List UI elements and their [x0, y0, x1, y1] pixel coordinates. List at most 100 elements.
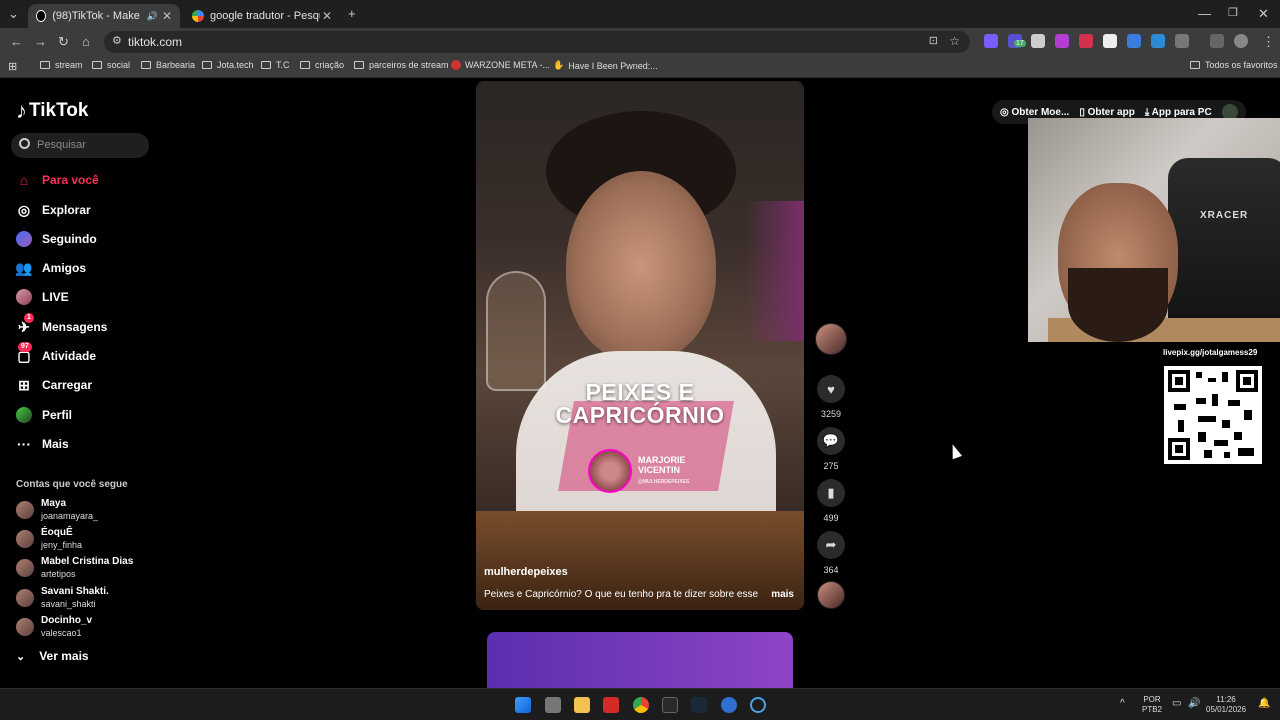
pen-extension-icon[interactable] — [1031, 34, 1045, 48]
extension-icon[interactable] — [1079, 34, 1093, 48]
extension-icon[interactable] — [984, 34, 998, 48]
speaker-icon[interactable]: 🔊 — [147, 11, 158, 22]
logo-text: TikTok — [29, 100, 89, 121]
extensions-puzzle-icon[interactable] — [1175, 34, 1189, 48]
menu-kebab-icon[interactable]: ⋮ — [1262, 34, 1275, 50]
followed-account[interactable]: Docinho_v valescao1 — [16, 615, 166, 641]
windows-start-icon[interactable] — [515, 697, 531, 713]
like-button[interactable]: ♥ — [817, 375, 845, 403]
video-overlay-title: PEIXES E CAPRICÓRNIO — [476, 381, 804, 427]
tray-chevron-up-icon[interactable]: ^ — [1120, 699, 1125, 709]
media-icon[interactable] — [1210, 34, 1224, 48]
nav-friends[interactable]: 👥 Amigos — [15, 257, 166, 279]
nav-explore[interactable]: ◎ Explorar — [16, 199, 166, 221]
all-bookmarks-folder[interactable]: Todos os favoritos — [1190, 60, 1278, 70]
apps-grid-icon[interactable]: ⊞ — [8, 60, 17, 73]
bookmark-link[interactable]: ✋ Have I Been Pwned:... — [553, 60, 658, 71]
nav-activity[interactable]: ▢ 97 Atividade — [16, 342, 166, 367]
bookmark-folder[interactable]: stream — [40, 60, 83, 70]
nav-for-you[interactable]: ⌂ Para você — [16, 169, 166, 191]
browser-tab-strip: ⌄ (98)TikTok - Make Your Day 🔊 ✕ google … — [0, 0, 1280, 28]
extension-icon[interactable] — [1055, 34, 1069, 48]
followed-account[interactable]: Maya joanamayara_ — [16, 498, 166, 524]
search-app-icon[interactable] — [750, 697, 766, 713]
address-bar[interactable]: ⚙ tiktok.com ⊡ ☆ — [104, 31, 970, 53]
bookmark-label: Todos os favoritos — [1205, 60, 1278, 70]
bookmark-link[interactable]: WARZONE META -... — [451, 60, 550, 70]
tab-google-translate[interactable]: google tradutor - Pesquisa Goo ✕ — [184, 4, 340, 28]
bookmark-folder[interactable]: social — [92, 60, 130, 70]
nav-label: Explorar — [42, 203, 91, 217]
reload-icon[interactable]: ↻ — [58, 34, 69, 50]
install-app-icon[interactable]: ⊡ — [929, 34, 938, 47]
tab-tiktok[interactable]: (98)TikTok - Make Your Day 🔊 ✕ — [28, 4, 180, 28]
home-icon: ⌂ — [19, 172, 29, 188]
app-icon[interactable] — [603, 697, 619, 713]
bookmark-folder[interactable]: parceiros de stream — [354, 60, 449, 70]
epic-games-icon[interactable] — [662, 697, 678, 713]
notification-bell-icon[interactable]: 🔔 — [1258, 699, 1270, 709]
close-window-icon[interactable]: ✕ — [1258, 6, 1269, 22]
new-tab-icon[interactable]: + — [348, 6, 356, 21]
nav-following[interactable]: Seguindo — [16, 228, 166, 250]
profile-avatar-icon[interactable] — [1234, 34, 1248, 48]
description-more-link[interactable]: mais — [771, 589, 794, 600]
followed-account[interactable]: Mabel Cristina Dias artetipos — [16, 556, 166, 582]
next-video-preview[interactable] — [487, 632, 793, 688]
bookmark-star-icon[interactable]: ☆ — [949, 34, 960, 48]
close-tab-icon[interactable]: ✕ — [322, 9, 332, 23]
restore-icon[interactable]: ❐ — [1228, 6, 1238, 19]
bookmark-folder[interactable]: Barbearia — [141, 60, 195, 70]
language-indicator[interactable]: POR PTB2 — [1142, 695, 1162, 715]
music-disc-avatar[interactable] — [817, 581, 845, 609]
chrome-icon[interactable] — [633, 697, 649, 713]
clock[interactable]: 11:26 05/01/2026 — [1206, 695, 1246, 715]
forward-icon[interactable]: → — [34, 34, 47, 49]
bookmark-folder[interactable]: criação — [300, 60, 344, 70]
save-button[interactable]: ▮ — [817, 479, 845, 507]
extension-icon[interactable]: 17 — [1008, 34, 1026, 48]
share-button[interactable]: ➦ — [817, 531, 845, 559]
task-view-icon[interactable] — [545, 697, 561, 713]
translate-extension-icon[interactable] — [1127, 34, 1141, 48]
chair-logo-text: XRACER — [1200, 210, 1249, 221]
back-icon[interactable]: ← — [10, 34, 23, 49]
nav-more[interactable]: ··· Mais — [16, 433, 166, 455]
compass-icon: ◎ — [17, 201, 31, 218]
creator-avatar[interactable] — [815, 323, 847, 355]
home-icon[interactable]: ⌂ — [82, 34, 90, 49]
see-more-button[interactable]: ⌄ Ver mais — [16, 649, 89, 663]
tab-search-icon[interactable]: ⌄ — [8, 6, 19, 22]
nav-messages[interactable]: ✈ 1 Mensagens — [16, 313, 166, 338]
tiktok-note-icon: ♪ — [16, 98, 27, 123]
pc-app-button[interactable]: ⤓ App para PC — [1145, 107, 1212, 118]
bookmark-folder[interactable]: Jota.tech — [202, 60, 254, 70]
get-coins-button[interactable]: ◎ Obter Moe... — [1000, 107, 1069, 118]
volume-icon[interactable]: 🔊 — [1188, 699, 1200, 709]
site-info-icon[interactable]: ⚙ — [112, 34, 122, 47]
account-name: ÉoquÊ — [41, 527, 73, 538]
extension-icon[interactable] — [1103, 34, 1117, 48]
battle-net-icon[interactable] — [721, 697, 737, 713]
nav-live[interactable]: LIVE — [16, 286, 166, 308]
extension-icon[interactable] — [1151, 34, 1165, 48]
get-app-button[interactable]: ▯ Obter app — [1079, 107, 1135, 118]
video-frame-face — [566, 171, 716, 361]
search-input[interactable]: Pesquisar — [11, 133, 149, 158]
tab-label: google tradutor - Pesquisa Goo — [210, 10, 320, 22]
nav-profile[interactable]: Perfil — [16, 404, 166, 426]
streamer-webcam-overlay: XRACER — [1028, 118, 1280, 342]
comment-button[interactable]: 💬 — [817, 427, 845, 455]
followed-account[interactable]: ÉoquÊ jeny_finha — [16, 527, 166, 553]
tiktok-logo[interactable]: ♪ TikTok — [16, 98, 88, 124]
bookmark-folder[interactable]: T.C — [261, 60, 290, 70]
file-explorer-icon[interactable] — [574, 697, 590, 713]
steam-icon[interactable] — [691, 697, 707, 713]
close-tab-icon[interactable]: ✕ — [162, 9, 172, 23]
followed-account[interactable]: Savani Shakti. savani_shakti — [16, 586, 166, 612]
nav-upload[interactable]: ⊞ Carregar — [16, 374, 166, 396]
video-author[interactable]: mulherdepeixes — [484, 566, 568, 578]
network-icon[interactable]: ▭ — [1172, 699, 1181, 709]
video-player[interactable]: PEIXES E CAPRICÓRNIO MARJORIE VICENTIN @… — [476, 81, 804, 610]
minimize-icon[interactable]: — — [1198, 6, 1211, 21]
